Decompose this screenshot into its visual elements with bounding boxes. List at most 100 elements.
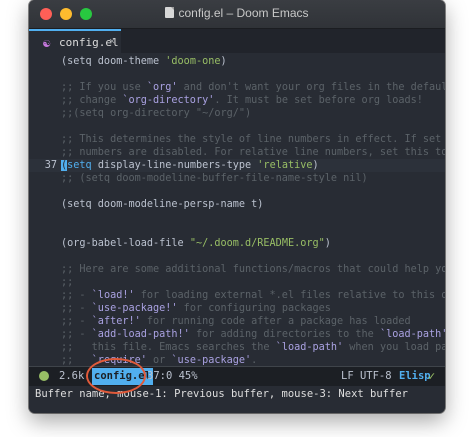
line-code: ;; `require' or `use-package'. <box>61 354 257 366</box>
code-line[interactable]: ;; <box>29 276 445 289</box>
code-token: ;; numbers are disabled. For relative li… <box>61 147 445 158</box>
code-token: `load-path' <box>379 329 445 340</box>
code-token: or <box>146 355 172 366</box>
code-token: ;; - <box>61 303 92 314</box>
code-line[interactable]: ;; This determines the style of line num… <box>29 133 445 146</box>
document-icon <box>165 7 175 18</box>
code-token: and don't want your org files in the def… <box>183 82 445 93</box>
code-token: ;; Here are some additional functions/ma… <box>61 264 445 275</box>
line-code: ;; Here are some additional functions/ma… <box>61 263 445 276</box>
code-line[interactable]: ;; - `load!' for loading external *.el f… <box>29 289 445 302</box>
code-token: display-line-numbers-type <box>91 160 258 171</box>
code-token: `use-package' <box>171 355 252 366</box>
code-line[interactable] <box>29 68 445 81</box>
code-line[interactable]: ;;(setq org-directory "~/org/") <box>29 107 445 120</box>
emacs-window: config.el – Doom Emacs ☯ config.el × (se… <box>29 0 445 413</box>
code-line[interactable]: ;; this file. Emacs searches the `load-p… <box>29 341 445 354</box>
file-encoding[interactable]: LF UTF-8 <box>341 370 392 382</box>
code-token: . <box>251 355 258 366</box>
code-line[interactable]: ;; Here are some additional functions/ma… <box>29 263 445 276</box>
code-token: ) <box>312 160 319 171</box>
line-code: ;; - `add-load-path!' for adding directo… <box>61 328 445 341</box>
code-line[interactable]: ;; - `add-load-path!' for adding directo… <box>29 328 445 341</box>
window-title-wrap: config.el – Doom Emacs <box>29 6 445 20</box>
code-line[interactable]: ;; (setq doom-modeline-buffer-file-name-… <box>29 172 445 185</box>
code-token: 'relative <box>257 160 313 171</box>
code-token: ;; This determines the style of line num… <box>61 134 445 145</box>
code-line[interactable] <box>29 120 445 133</box>
code-token: `add-load-path!' <box>91 329 190 340</box>
code-token: for loading external *.el files relative… <box>134 290 445 301</box>
code-line[interactable]: ;; If you use `org' and don't want your … <box>29 81 445 94</box>
tab-close-icon[interactable]: × <box>109 36 115 47</box>
code-token: (org-babel-load-file <box>61 238 190 249</box>
code-token: `load!' <box>91 290 135 301</box>
code-token: ;; <box>61 277 74 288</box>
code-line[interactable] <box>29 224 445 237</box>
cursor-position: 37:0 45% <box>147 370 198 382</box>
tab-bar: ☯ config.el × <box>29 29 445 53</box>
code-token: setq <box>67 160 92 171</box>
line-code: ;; this file. Emacs searches the `load-p… <box>61 341 445 354</box>
line-code: ;;(setq org-directory "~/org/") <box>61 107 251 120</box>
code-token: ) <box>324 238 331 249</box>
line-code: ;; change `org-directory'. It must be se… <box>61 94 423 107</box>
code-line[interactable]: ;; change `org-directory'. It must be se… <box>29 94 445 107</box>
code-token: ;; this file. Emacs searches the <box>61 342 276 353</box>
code-token: . It must be set before org loads! <box>214 95 423 106</box>
code-token: `use-package!' <box>91 303 178 314</box>
code-token: ;; - <box>61 316 92 327</box>
code-token: `after!' <box>91 316 141 327</box>
line-code: ;; This determines the style of line num… <box>61 133 445 146</box>
code-token: ;; (setq doom-modeline-buffer-file-name-… <box>61 173 368 184</box>
code-token: ;; - <box>61 329 92 340</box>
code-line[interactable]: ;; - `use-package!' for configuring pack… <box>29 302 445 315</box>
line-code: (org-babel-load-file "~/.doom.d/README.o… <box>61 237 331 250</box>
code-token: "~/.doom.d/README.org" <box>189 238 325 249</box>
line-number: 37 <box>44 160 57 171</box>
line-code: ;; - `after!' for running code after a p… <box>61 315 411 328</box>
highlight-annotation-circle <box>86 358 146 394</box>
code-token: `load-path' <box>275 342 344 353</box>
tab-config-el[interactable]: ☯ config.el × <box>29 29 121 53</box>
code-line[interactable] <box>29 211 445 224</box>
buffer-size: 2.6k <box>59 370 85 382</box>
code-token: ;; - <box>61 290 92 301</box>
checker-ok-icon: ✓ <box>428 369 436 383</box>
line-code: (setq display-line-numbers-type 'relativ… <box>61 159 319 172</box>
code-token: `org' <box>146 82 178 93</box>
title-bar: config.el – Doom Emacs <box>29 0 445 29</box>
major-mode[interactable]: Elisp <box>399 370 431 382</box>
line-code: ;; If you use `org' and don't want your … <box>61 81 445 94</box>
editor-buffer[interactable]: (setq doom-theme 'doom-one) ;; If you use… <box>29 54 445 366</box>
code-line[interactable]: (setq doom-theme 'doom-one) <box>29 55 445 68</box>
code-token: ;; <box>61 355 92 366</box>
code-line[interactable]: ;; - `after!' for running code after a p… <box>29 315 445 328</box>
code-token: (setq doom-theme <box>61 56 166 67</box>
line-code: ;; numbers are disabled. For relative li… <box>61 146 445 159</box>
line-code: ;; - `load!' for loading external *.el f… <box>61 289 445 302</box>
code-line[interactable]: (setq doom-modeline-persp-name t) <box>29 198 445 211</box>
line-code: (setq doom-theme 'doom-one) <box>61 55 227 68</box>
code-token: (setq doom-modeline-persp-name t) <box>61 199 264 210</box>
code-token: for adding directories to the <box>189 329 380 340</box>
code-token: for running code after a package has loa… <box>140 316 411 327</box>
emacs-logo-icon: ☯ <box>43 36 51 50</box>
line-code: ;; - `use-package!' for configuring pack… <box>61 302 331 315</box>
code-token: 'doom-one <box>165 56 221 67</box>
code-token: ) <box>220 56 227 67</box>
line-code: (setq doom-modeline-persp-name t) <box>61 198 263 211</box>
code-token: when you load packages with <box>349 342 445 353</box>
code-token: `org-directory' <box>122 95 215 106</box>
current-code-line[interactable]: 37 (setq display-line-numbers-type 'relat… <box>29 159 445 172</box>
line-code: ;; <box>61 276 73 289</box>
buffer-state-icon <box>39 371 49 381</box>
code-line[interactable] <box>29 250 445 263</box>
code-line[interactable]: ;; numbers are disabled. For relative li… <box>29 146 445 159</box>
code-token: ;; change <box>61 95 123 106</box>
code-line[interactable]: (org-babel-load-file "~/.doom.d/README.o… <box>29 237 445 250</box>
window-title: config.el – Doom Emacs <box>178 6 309 20</box>
code-line[interactable] <box>29 185 445 198</box>
code-token: for configuring packages <box>177 303 331 314</box>
echo-area-text: Buffer name, mouse-1: Previous buffer, m… <box>35 388 408 400</box>
